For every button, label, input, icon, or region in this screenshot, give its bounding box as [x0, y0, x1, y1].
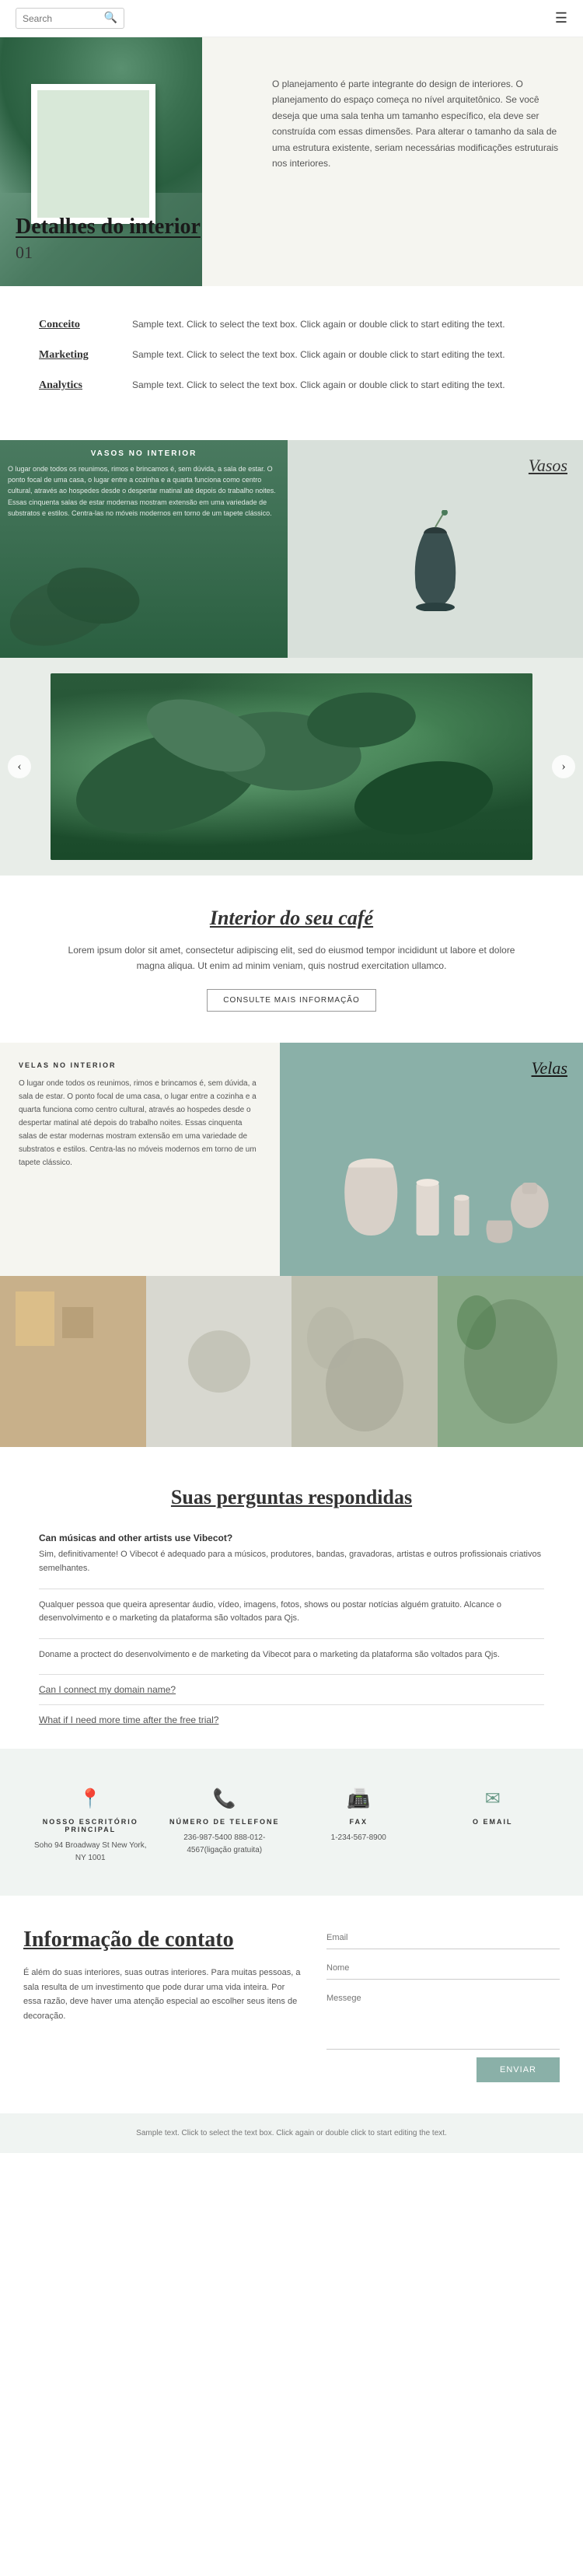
footer: Sample text. Click to select the text bo…: [0, 2113, 583, 2153]
search-icon: 🔍: [104, 12, 117, 25]
contact-cell-fax: 📠 FAX 1-234-567-8900: [292, 1772, 426, 1880]
candles-left-panel: VELAS NO INTERIOR O lugar onde todos os …: [0, 1043, 280, 1276]
contact-email-title: O EMAIL: [434, 1818, 553, 1826]
feature-label-analytics: Analytics: [39, 378, 132, 392]
candles-svg: [295, 1105, 567, 1260]
submit-button[interactable]: ENVIAR: [477, 2057, 560, 2082]
hero-description-block: O planejamento é parte integrante do des…: [272, 76, 560, 171]
slider-plant-bg: [51, 673, 532, 860]
candles-section: VELAS NO INTERIOR O lugar onde todos os …: [0, 1043, 583, 1276]
faq-item-2: Qualquer pessoa que queira apresentar áu…: [39, 1599, 544, 1626]
vases-section-label: VASOS NO INTERIOR: [91, 449, 197, 458]
slider-section: ‹ ›: [0, 658, 583, 876]
contact-office-text: Soho 94 Broadway St New York, NY 1001: [31, 1840, 150, 1865]
faq-link-domain[interactable]: Can I connect my domain name?: [39, 1684, 544, 1695]
feature-text-marketing: Sample text. Click to select the text bo…: [132, 348, 544, 362]
vase-image: [396, 510, 474, 611]
photo-2: [146, 1276, 292, 1447]
footer-text: Sample text. Click to select the text bo…: [23, 2129, 560, 2137]
hero-frame: [31, 84, 155, 224]
photo-1: [0, 1276, 146, 1447]
location-icon: 📍: [31, 1788, 150, 1810]
name-field[interactable]: [326, 1957, 560, 1980]
cafe-section: Interior do seu café Lorem ipsum dolor s…: [0, 876, 583, 1043]
photo-grid: [0, 1276, 583, 1447]
feature-row-marketing: Marketing Sample text. Click to select t…: [39, 348, 544, 362]
faq-answer-1: Sim, definitivamente! O Vibecot é adequa…: [39, 1548, 544, 1575]
contact-form-section: Informação de contato É além do suas int…: [0, 1896, 583, 2113]
contact-form-description: É além do suas interiores, suas outras i…: [23, 1966, 303, 2024]
photo-cell-2: [146, 1276, 292, 1447]
message-field[interactable]: [326, 1987, 560, 2050]
feature-text-analytics: Sample text. Click to select the text bo…: [132, 378, 544, 393]
slider-next-button[interactable]: ›: [552, 755, 575, 778]
hero-number: 01: [16, 243, 201, 263]
photo-4: [438, 1276, 583, 1447]
vases-leaf-decoration: [0, 518, 155, 658]
feature-label-marketing: Marketing: [39, 348, 132, 362]
slider-prev-button[interactable]: ‹: [8, 755, 31, 778]
hamburger-icon[interactable]: ☰: [555, 10, 567, 26]
header: 🔍 ☰: [0, 0, 583, 37]
candles-section-label: VELAS NO INTERIOR: [19, 1061, 261, 1069]
feature-row-analytics: Analytics Sample text. Click to select t…: [39, 378, 544, 393]
phone-icon: 📞: [166, 1788, 285, 1810]
contact-info-grid: 📍 NOSSO ESCRITÓRIO PRINCIPAL Soho 94 Bro…: [0, 1749, 583, 1896]
email-icon: ✉: [434, 1788, 553, 1810]
vases-left-panel: VASOS NO INTERIOR O lugar onde todos os …: [0, 440, 288, 658]
photo-3: [292, 1276, 438, 1447]
faq-section: Suas perguntas respondidas Can músicas a…: [0, 1447, 583, 1749]
cafe-title: Interior do seu café: [62, 907, 521, 930]
contact-cell-office: 📍 NOSSO ESCRITÓRIO PRINCIPAL Soho 94 Bro…: [23, 1772, 158, 1880]
photo-cell-3: [292, 1276, 438, 1447]
vases-right-panel: Vasos: [288, 440, 583, 658]
search-input[interactable]: [23, 13, 104, 24]
contact-cell-email: ✉ O EMAIL: [426, 1772, 560, 1880]
faq-item-1: Can músicas and other artists use Vibeco…: [39, 1533, 544, 1575]
search-box[interactable]: 🔍: [16, 8, 124, 29]
candles-decoration: [295, 1105, 567, 1260]
feature-label-concept: Conceito: [39, 317, 132, 331]
vases-section: VASOS NO INTERIOR O lugar onde todos os …: [0, 440, 583, 658]
candles-right-panel: Velas: [280, 1043, 583, 1276]
faq-answer-3: Doname a proctect do desenvolvimento e d…: [39, 1648, 544, 1662]
hero-title-block: Detalhes do interior 01: [16, 215, 201, 263]
cafe-text: Lorem ipsum dolor sit amet, consectetur …: [62, 942, 521, 974]
hero-title: Detalhes do interior: [16, 215, 201, 239]
contact-cell-phone: 📞 NÚMERO DE TELEFONE 236-987-5400 888-01…: [158, 1772, 292, 1880]
hero-description-text: O planejamento é parte integrante do des…: [272, 76, 560, 171]
contact-office-title: NOSSO ESCRITÓRIO PRINCIPAL: [31, 1818, 150, 1833]
contact-fax-text: 1-234-567-8900: [299, 1832, 418, 1844]
vases-title: Vasos: [529, 456, 567, 476]
contact-phone-text: 236-987-5400 888-012-4567(ligação gratui…: [166, 1832, 285, 1857]
faq-link-trial[interactable]: What if I need more time after the free …: [39, 1714, 544, 1725]
fax-icon: 📠: [299, 1788, 418, 1810]
candles-left-text: O lugar onde todos os reunimos, rimos e …: [19, 1077, 261, 1169]
vases-left-text: O lugar onde todos os reunimos, rimos e …: [8, 463, 280, 519]
photo-cell-1: [0, 1276, 146, 1447]
email-field[interactable]: [326, 1927, 560, 1949]
faq-question-1: Can músicas and other artists use Vibeco…: [39, 1533, 544, 1543]
cafe-button[interactable]: CONSULTE MAIS INFORMAÇÃO: [207, 989, 376, 1012]
slider-image: [51, 673, 532, 860]
features-section: Conceito Sample text. Click to select th…: [0, 286, 583, 440]
contact-form-left: Informação de contato É além do suas int…: [23, 1927, 303, 2082]
photo-cell-4: [438, 1276, 583, 1447]
contact-fax-title: FAX: [299, 1818, 418, 1826]
faq-title: Suas perguntas respondidas: [39, 1486, 544, 1509]
feature-text-concept: Sample text. Click to select the text bo…: [132, 317, 544, 332]
candles-title: Velas: [532, 1058, 567, 1078]
feature-row-concept: Conceito Sample text. Click to select th…: [39, 317, 544, 332]
faq-answer-2: Qualquer pessoa que queira apresentar áu…: [39, 1599, 544, 1626]
contact-form-title: Informação de contato: [23, 1927, 303, 1953]
faq-item-3: Doname a proctect do desenvolvimento e d…: [39, 1648, 544, 1662]
hero-section: O planejamento é parte integrante do des…: [0, 37, 583, 286]
slider-leaves: [51, 673, 532, 860]
contact-phone-title: NÚMERO DE TELEFONE: [166, 1818, 285, 1826]
contact-form-right: ENVIAR: [326, 1927, 560, 2082]
